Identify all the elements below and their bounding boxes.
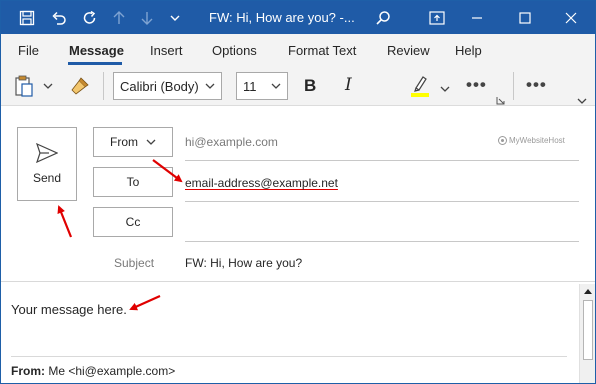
save-icon[interactable] [13, 1, 41, 34]
quoted-from-line: From: Me <hi@example.com> [11, 364, 175, 378]
menu-item-format-text[interactable]: Format Text [288, 43, 356, 58]
font-name-value: Calibri (Body) [120, 78, 199, 94]
paste-icon[interactable] [11, 66, 37, 106]
scroll-up-icon[interactable] [580, 284, 596, 298]
send-icon [36, 143, 58, 163]
font-size-value: 11 [243, 78, 257, 94]
cc-field[interactable] [185, 215, 579, 235]
from-button[interactable]: From [93, 127, 173, 157]
send-button[interactable]: Send [17, 127, 77, 201]
paste-chevron-down-icon[interactable] [41, 66, 55, 106]
italic-button[interactable]: I [345, 75, 352, 95]
compose-header [1, 107, 595, 281]
chevron-down-icon [146, 139, 156, 145]
menu-item-options[interactable]: Options [212, 43, 257, 58]
maximize-button[interactable] [503, 1, 547, 34]
search-icon[interactable] [369, 1, 397, 34]
menu-item-insert[interactable]: Insert [150, 43, 183, 58]
window-title: FW: Hi, How are you? -... [209, 10, 355, 25]
watermark-logo-icon [498, 136, 507, 145]
close-button[interactable] [549, 1, 593, 34]
chevron-down-icon [271, 83, 281, 89]
ribbon-divider [513, 72, 514, 100]
menu-item-message[interactable]: Message [69, 43, 124, 58]
minimize-button[interactable] [455, 1, 499, 34]
menu-item-review[interactable]: Review [387, 43, 430, 58]
ribbon-divider [103, 72, 104, 100]
arrow-up-icon[interactable] [105, 1, 133, 34]
menu-item-file[interactable]: File [18, 43, 39, 58]
format-painter-icon[interactable] [67, 66, 93, 106]
subject-field[interactable]: FW: Hi, How are you? [185, 256, 302, 270]
to-field-line [185, 201, 579, 202]
title-bar: FW: Hi, How are you? -... [1, 1, 595, 34]
from-label: From [110, 135, 138, 149]
more-commands-button[interactable]: ••• [526, 75, 547, 95]
from-field-line [185, 160, 579, 161]
quoted-from-value: Me <hi@example.com> [45, 364, 176, 378]
body-scrollbar[interactable] [579, 284, 595, 383]
highlight-chevron-down-icon[interactable] [440, 80, 452, 92]
font-size-dropdown[interactable]: 11 [236, 72, 288, 100]
quoted-header-divider [11, 356, 567, 357]
scroll-thumb[interactable] [583, 300, 593, 360]
message-text[interactable]: Your message here. [11, 302, 127, 317]
active-tab-indicator [68, 62, 122, 65]
from-address: hi@example.com [185, 135, 278, 149]
collapse-ribbon-icon[interactable] [577, 92, 589, 104]
arrow-down-icon[interactable] [133, 1, 161, 34]
watermark: MyWebsiteHost [498, 136, 565, 145]
chevron-down-icon [205, 83, 215, 89]
menu-item-help[interactable]: Help [455, 43, 482, 58]
highlight-icon[interactable] [406, 72, 434, 100]
send-label: Send [32, 171, 62, 185]
to-field[interactable]: email-address@example.net [185, 176, 338, 190]
watermark-text: MyWebsiteHost [509, 136, 565, 145]
more-formatting-button[interactable]: ••• [466, 75, 487, 95]
to-button[interactable]: To [93, 167, 173, 197]
ribbon-display-icon[interactable] [423, 1, 451, 34]
chevron-down-icon[interactable] [161, 1, 189, 34]
bold-button[interactable]: B [304, 76, 316, 96]
redo-icon[interactable] [76, 1, 104, 34]
quoted-from-label: From: [11, 364, 45, 378]
cc-button[interactable]: Cc [93, 207, 173, 237]
undo-icon[interactable] [45, 1, 73, 34]
font-name-dropdown[interactable]: Calibri (Body) [113, 72, 222, 100]
cc-field-line [185, 241, 579, 242]
dialog-launcher-icon[interactable] [496, 92, 506, 105]
subject-label: Subject [114, 256, 155, 270]
